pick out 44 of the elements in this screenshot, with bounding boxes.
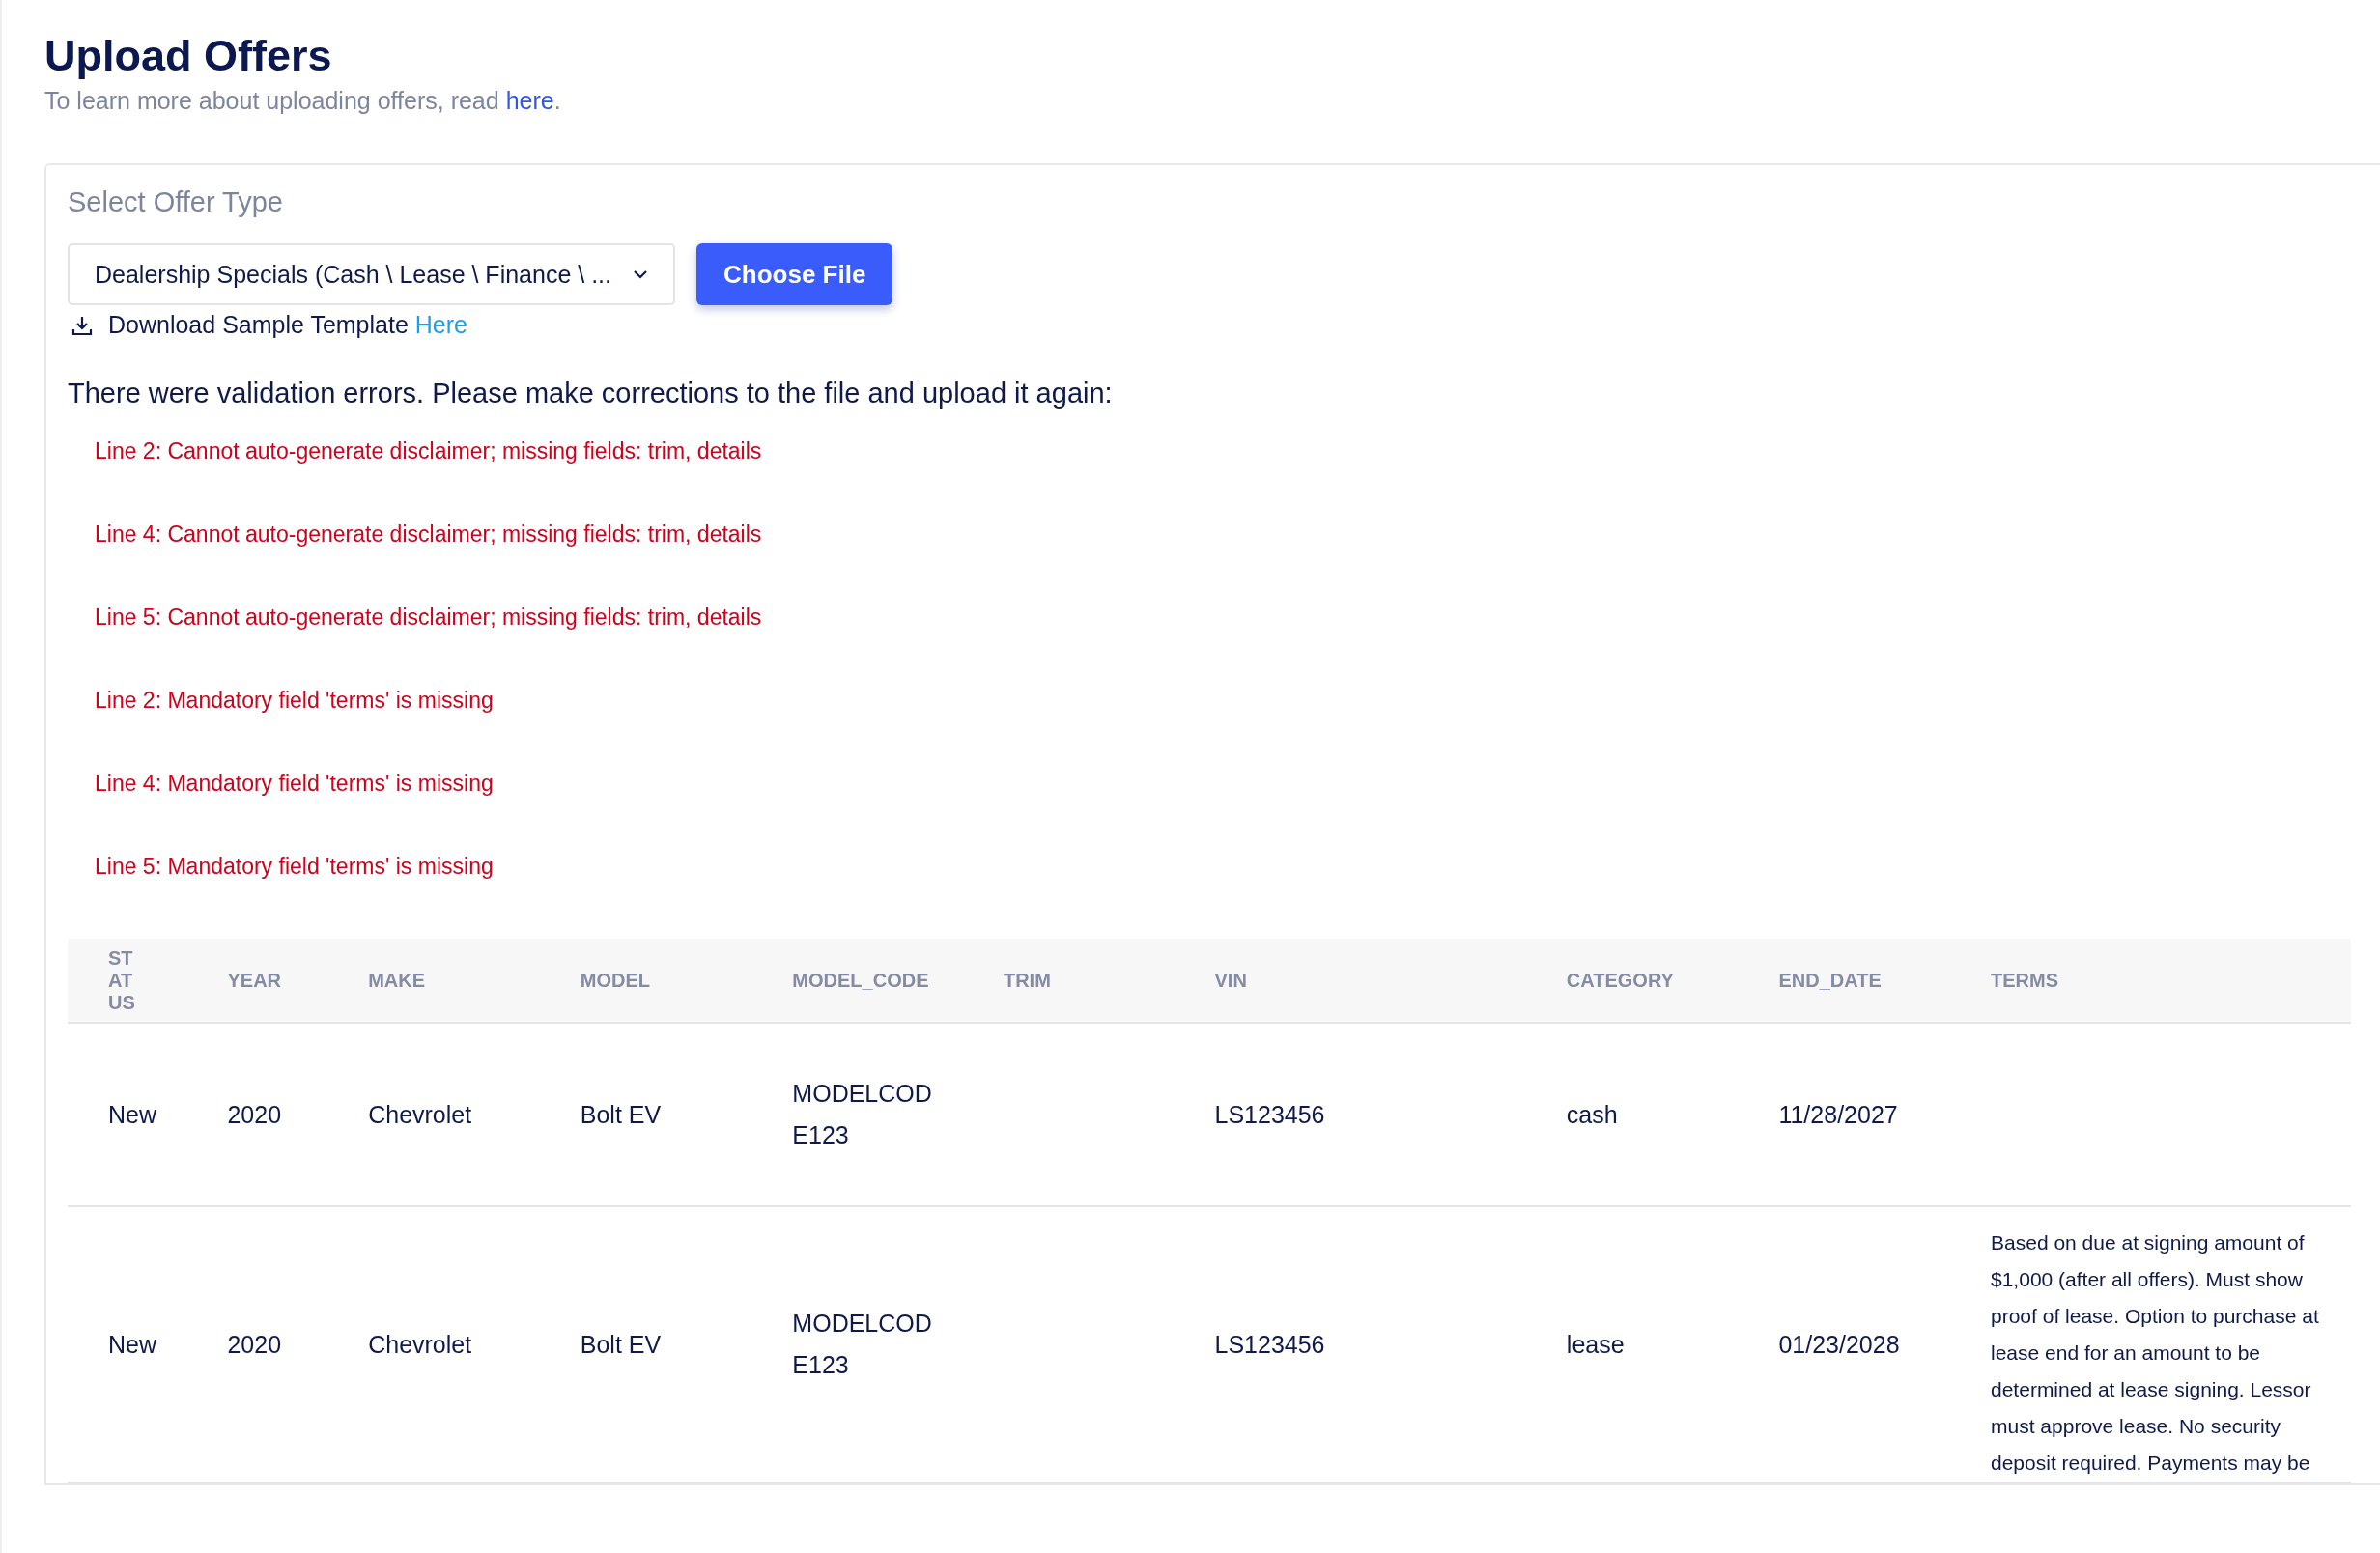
table-cell-text: Bolt EV <box>580 1099 662 1130</box>
table-cell-text: Bolt EV <box>580 1329 662 1360</box>
table-cell-text: MODELCODE123 <box>792 1309 933 1380</box>
table-cell-text: 2020 <box>227 1099 282 1130</box>
page-subtitle: To learn more about uploading offers, read here. <box>44 87 562 115</box>
column-header: MODEL_CODE <box>792 969 929 992</box>
column-header: STATUS <box>108 946 136 1014</box>
template-link[interactable]: Here <box>414 311 468 338</box>
column-header: MAKE <box>368 969 426 992</box>
table-cell-text: lease <box>1566 1329 1625 1360</box>
error-message: Line 5: Cannot auto-generate disclaimer; missing fields: trim, details <box>95 604 763 632</box>
table-cell-text: Chevrolet <box>368 1099 472 1130</box>
table-cell-text: Chevrolet <box>368 1329 472 1360</box>
column-header: VIN <box>1214 969 1247 992</box>
chevron-down-icon <box>633 269 648 279</box>
page-title: Upload Offers <box>44 31 333 81</box>
table-cell-text: LS123456 <box>1214 1329 1325 1360</box>
download-icon <box>71 314 93 336</box>
offer-type-label: Select Offer Type <box>68 186 284 218</box>
column-header: CATEGORY <box>1566 969 1674 992</box>
table-cell-text: MODELCODE123 <box>792 1079 933 1150</box>
error-message: Line 2: Mandatory field 'terms' is missing <box>95 687 495 715</box>
table-cell-text: 2020 <box>227 1329 282 1360</box>
column-header: TERMS <box>1991 969 2058 992</box>
column-header: END_DATE <box>1778 969 1882 992</box>
table-cell-text: 11/28/2027 <box>1778 1099 1898 1130</box>
offer-type-dropdown[interactable]: Dealership Specials (Cash \ Lease \ Finance \ ... <box>68 243 675 305</box>
table-cell-text: New <box>108 1329 156 1360</box>
error-message: Line 4: Cannot auto-generate disclaimer; missing fields: trim, details <box>95 521 763 549</box>
table-cell-text: LS123456 <box>1214 1099 1325 1130</box>
column-header: TRIM <box>1003 969 1051 992</box>
column-header: MODEL <box>580 969 650 992</box>
table-cell-text: cash <box>1566 1099 1618 1130</box>
template-text: Download Sample Template Here <box>108 311 468 339</box>
error-message: Line 2: Cannot auto-generate disclaimer; missing fields: trim, details <box>95 438 763 466</box>
table-cell-text: 01/23/2028 <box>1778 1329 1900 1360</box>
table-cell-text: Based on due at signing amount of $1,000 (after all offers). Must show proof of lease. Option to purchase at lease end for an amount to be determined at lease signing. Lessor must approve lease. No security deposit required. Payments may be <box>1991 1230 2320 1476</box>
choose-file-button[interactable]: Choose File <box>696 243 893 305</box>
column-header: YEAR <box>227 969 282 992</box>
table-cell-text: New <box>108 1099 156 1130</box>
error-message: Line 4: Mandatory field 'terms' is missing <box>95 770 495 798</box>
error-message: Line 5: Mandatory field 'terms' is missing <box>95 853 495 881</box>
help-link[interactable]: here <box>505 87 554 114</box>
validation-message: There were validation errors. Please make corrections to the file and upload it again: <box>68 378 1114 409</box>
